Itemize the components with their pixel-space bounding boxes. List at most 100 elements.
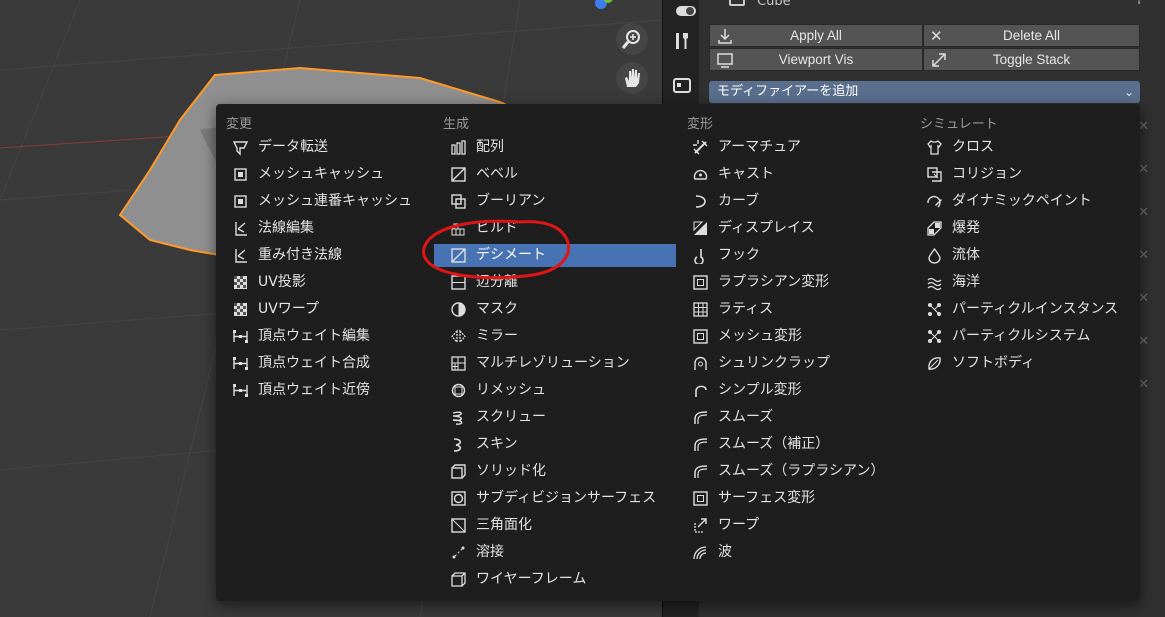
menu-item[interactable]: 波 <box>682 541 922 564</box>
menu-item[interactable]: 爆発 <box>916 217 1156 240</box>
menu-item[interactable]: スキン <box>440 433 680 456</box>
menu-item-label: 配列 <box>476 139 504 155</box>
menu-item[interactable]: 溶接 <box>440 541 680 564</box>
decimate-icon <box>451 248 466 263</box>
properties-header: Cube ✢ <box>699 0 1165 16</box>
toggle-icon[interactable] <box>673 0 699 24</box>
menu-item[interactable]: サブディビジョンサーフェス <box>440 487 680 510</box>
subsurf-icon <box>451 491 466 506</box>
armature-icon <box>693 140 708 155</box>
menu-item[interactable]: ミラー <box>440 325 680 348</box>
chevron-down-icon: ⌄ <box>1123 85 1134 99</box>
menu-item[interactable]: デシメート <box>434 244 676 267</box>
multires-icon <box>451 356 466 371</box>
menu-item[interactable]: カーブ <box>682 190 922 213</box>
skin-icon <box>453 438 462 452</box>
menu-item[interactable]: ワイヤーフレーム <box>440 568 680 591</box>
menu-item[interactable]: 辺分離 <box>440 271 680 294</box>
hook-icon <box>694 249 704 264</box>
menu-item[interactable]: スムーズ（補正） <box>682 433 922 456</box>
menu-item[interactable]: パーティクルシステム <box>916 325 1156 348</box>
menu-item[interactable]: アーマチュア <box>682 136 922 159</box>
menu-item[interactable]: シュリンクラップ <box>682 352 922 375</box>
menu-item-label: パーティクルシステム <box>952 328 1091 344</box>
menu-item-label: サーフェス変形 <box>718 490 816 506</box>
menu-item[interactable]: ソリッド化 <box>440 460 680 483</box>
menu-item[interactable]: UV投影 <box>222 271 462 294</box>
menu-item-label: スムーズ（ラプラシアン） <box>718 463 885 479</box>
menu-item[interactable]: ベベル <box>440 163 680 186</box>
data-transfer-icon <box>232 141 249 156</box>
menu-item-label: 頂点ウェイト編集 <box>258 328 370 344</box>
menu-item-label: アーマチュア <box>718 139 801 155</box>
menu-item[interactable]: リメッシュ <box>440 379 680 402</box>
menu-item[interactable]: 配列 <box>440 136 680 159</box>
render-properties-icon[interactable] <box>669 72 695 98</box>
particle-system-icon <box>928 330 941 343</box>
menu-item[interactable]: 頂点ウェイト編集 <box>222 325 462 348</box>
menu-item[interactable]: 海洋 <box>916 271 1156 294</box>
menu-item[interactable]: ラプラシアン変形 <box>682 271 922 294</box>
zoom-icon[interactable] <box>616 23 648 55</box>
menu-item[interactable]: 頂点ウェイト近傍 <box>222 379 462 402</box>
menu-item-label: シンプル変形 <box>718 382 802 398</box>
delete-all-button[interactable]: ✕ Delete All <box>923 24 1140 47</box>
viewport-vis-button[interactable]: Viewport Vis <box>709 48 923 71</box>
weighted-normal-icon <box>235 249 247 263</box>
menu-item[interactable]: マルチレゾリューション <box>440 352 680 375</box>
menu-item[interactable]: クロス <box>916 136 1156 159</box>
menu-item[interactable]: ダイナミックペイント <box>916 190 1156 213</box>
mesh-deform-icon <box>693 329 708 344</box>
menu-item[interactable]: フック <box>682 244 922 267</box>
menu-item-label: ディスプレイス <box>718 220 815 236</box>
menu-item[interactable]: キャスト <box>682 163 922 186</box>
menu-item[interactable]: サーフェス変形 <box>682 487 922 510</box>
menu-item-label: データ転送 <box>258 139 328 155</box>
close-icon: ✕ <box>930 27 943 45</box>
hand-pan-icon[interactable] <box>616 62 648 94</box>
menu-item[interactable]: 頂点ウェイト合成 <box>222 352 462 375</box>
menu-item[interactable]: 重み付き法線 <box>222 244 462 267</box>
menu-item[interactable]: コリジョン <box>916 163 1156 186</box>
menu-item[interactable]: ワープ <box>682 514 922 537</box>
menu-item[interactable]: スムーズ（ラプラシアン） <box>682 460 922 483</box>
menu-item[interactable]: マスク <box>440 298 680 321</box>
surface-deform-icon <box>693 491 708 506</box>
menu-item[interactable]: ブーリアン <box>440 190 680 213</box>
menu-item-label: スクリュー <box>476 409 546 425</box>
toggle-stack-button[interactable]: Toggle Stack <box>923 48 1140 71</box>
menu-item[interactable]: 法線編集 <box>222 217 462 240</box>
apply-all-button[interactable]: Apply All <box>709 24 923 47</box>
menu-item-label: ブーリアン <box>476 193 546 209</box>
add-modifier-menu: 変更 データ転送 メッシュキャッシュ メッシュ連番キャッシュ 法線編集 重み付き法線 UV投… <box>216 104 1140 601</box>
menu-item-label: 波 <box>718 544 732 560</box>
menu-item-label: 頂点ウェイト近傍 <box>258 382 370 398</box>
menu-item-label: スキン <box>476 436 518 452</box>
menu-item[interactable]: ラティス <box>682 298 922 321</box>
menu-item[interactable]: 三角面化 <box>440 514 680 537</box>
menu-item-label: シュリンクラップ <box>718 355 830 371</box>
menu-item-label: キャスト <box>718 166 774 182</box>
menu-item[interactable]: ビルド <box>440 217 680 240</box>
menu-item[interactable]: メッシュ変形 <box>682 325 922 348</box>
tool-settings-icon[interactable] <box>669 28 695 54</box>
menu-item[interactable]: ソフトボディ <box>916 352 1156 375</box>
pin-icon[interactable]: ✢ <box>1133 0 1145 8</box>
menu-item[interactable]: スムーズ <box>682 406 922 429</box>
mesh-cache-icon <box>234 168 247 181</box>
menu-item[interactable]: スクリュー <box>440 406 680 429</box>
menu-item[interactable]: データ転送 <box>222 136 462 159</box>
laplacian-deform-icon <box>693 275 708 290</box>
menu-item[interactable]: UVワープ <box>222 298 462 321</box>
mesh-sequence-cache-icon <box>234 195 247 208</box>
menu-item[interactable]: ディスプレイス <box>682 217 922 240</box>
menu-item[interactable]: メッシュ連番キャッシュ <box>222 190 462 213</box>
menu-item-label: ミラー <box>476 328 518 344</box>
menu-item[interactable]: パーティクルインスタンス <box>916 298 1156 321</box>
explode-icon <box>927 221 942 236</box>
add-modifier-dropdown[interactable]: モディファイアーを追加 ⌄ <box>709 81 1140 103</box>
menu-item[interactable]: シンプル変形 <box>682 379 922 402</box>
menu-item[interactable]: 流体 <box>916 244 1156 267</box>
menu-item[interactable]: メッシュキャッシュ <box>222 163 462 186</box>
mirror-icon <box>451 329 466 344</box>
